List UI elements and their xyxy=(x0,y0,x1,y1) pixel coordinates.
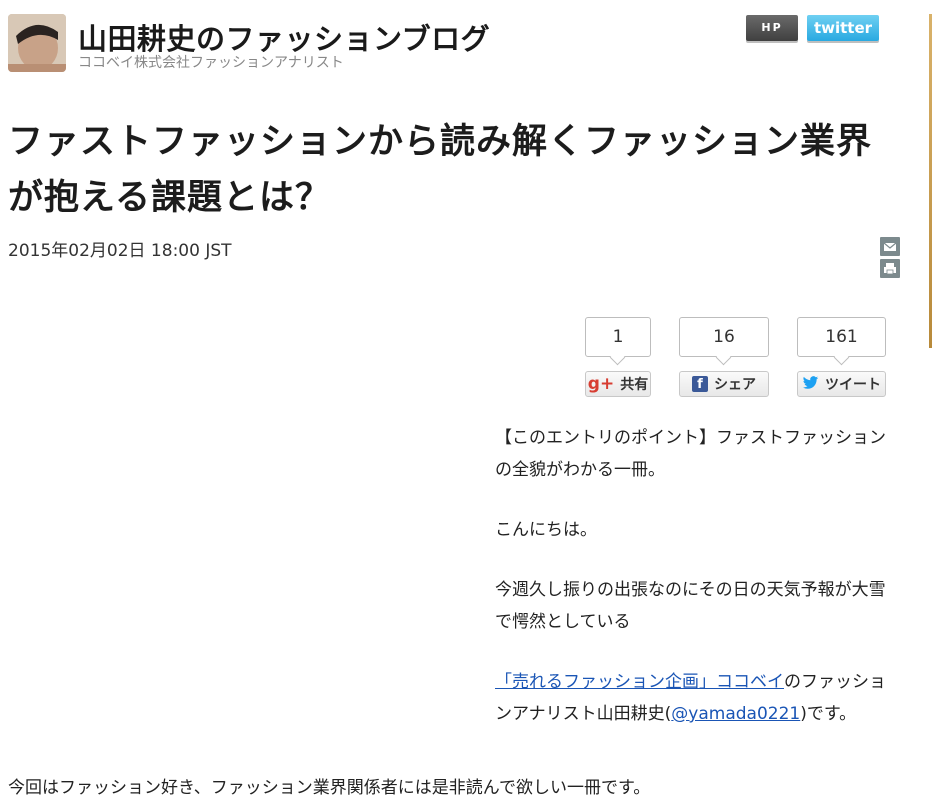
recommend-text: 今回はファッション好き、ファッション業界関係者には是非読んで欲しい一冊です。 xyxy=(8,778,651,798)
article-title: ファストファッションから読み解くファッション業界が抱える課題とは？ xyxy=(8,122,873,218)
gplus-icon: g+ xyxy=(587,374,615,394)
facebook-icon: f xyxy=(692,376,708,392)
article-date: 2015年02月02日 18:00 JST xyxy=(8,241,232,261)
facebook-share-button[interactable]: f シェア xyxy=(679,371,769,397)
twitter-handle-link[interactable]: @yamada0221 xyxy=(671,704,800,724)
facebook-share-label: シェア xyxy=(714,377,756,393)
mail-icon[interactable] xyxy=(880,237,900,256)
twitter-button[interactable]: twitter xyxy=(807,15,879,41)
weather-text: 今週久し振りの出張なのにその日の天気予報が大雪で愕然としている xyxy=(495,580,886,632)
twitter-bird-icon xyxy=(802,375,819,394)
tweet-button[interactable]: ツイート xyxy=(797,371,886,397)
print-icon[interactable] xyxy=(880,259,900,278)
tweet-label: ツイート xyxy=(825,377,881,393)
intro-end-text: )です。 xyxy=(800,704,857,724)
blog-subtitle: ココベイ株式会社ファッションアナリスト xyxy=(78,55,344,71)
twitter-count: 161 xyxy=(797,317,886,357)
blog-header: 山田耕史のファッションブログ ココベイ株式会社ファッションアナリスト HP tw… xyxy=(8,14,908,74)
entry-point-text: 【このエントリのポイント】ファストファッションの全貌がわかる一冊。 xyxy=(495,428,886,480)
gplus-share-label: 共有 xyxy=(620,377,649,393)
article-body: 【このエントリのポイント】ファストファッションの全貌がわかる一冊。 こんにちは。… xyxy=(495,422,895,758)
hp-button[interactable]: HP xyxy=(746,15,798,41)
gplus-share-button[interactable]: g+ 共有 xyxy=(585,371,651,397)
cocobay-link[interactable]: 「売れるファッション企画」ココベイ xyxy=(495,672,784,692)
greeting-text: こんにちは。 xyxy=(495,520,597,540)
facebook-count: 16 xyxy=(679,317,769,357)
intro-paragraph: 「売れるファッション企画」ココベイのファッションアナリスト山田耕史(@yamad… xyxy=(495,666,895,730)
gplus-count: 1 xyxy=(585,317,651,357)
author-avatar[interactable] xyxy=(8,14,66,72)
accent-divider xyxy=(929,14,932,348)
